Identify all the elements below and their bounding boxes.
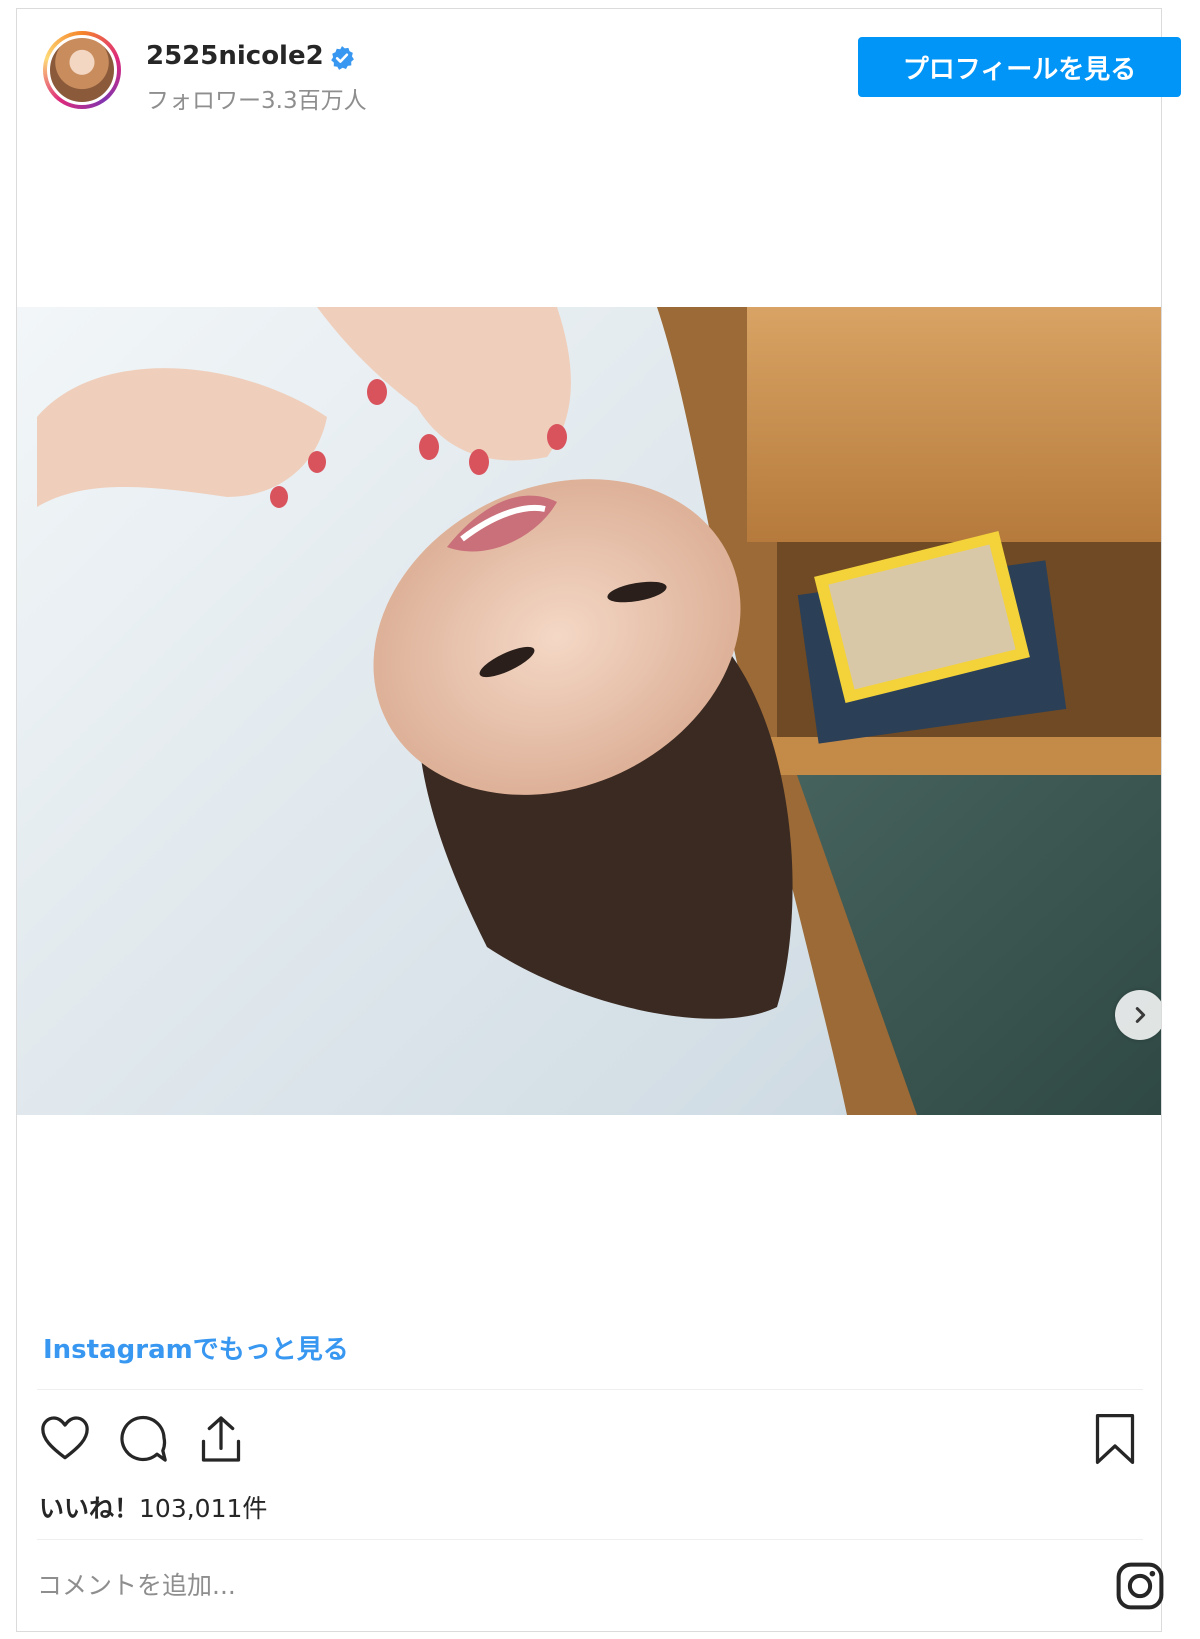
likes-label: いいね！	[39, 1494, 140, 1523]
view-profile-button[interactable]: プロフィールを見る	[858, 37, 1181, 97]
comment-icon[interactable]	[115, 1411, 171, 1467]
avatar	[47, 35, 117, 105]
like-count: いいね！103,011件	[39, 1489, 267, 1525]
action-bar	[37, 1411, 1143, 1471]
bookmark-icon[interactable]	[1087, 1411, 1143, 1467]
share-icon[interactable]	[193, 1411, 249, 1467]
view-more-on-instagram-link[interactable]: Instagramでもっと見る	[43, 1329, 349, 1366]
instagram-logo-icon[interactable]	[1113, 1559, 1167, 1613]
chevron-right-icon	[1135, 1007, 1146, 1023]
username[interactable]: 2525nicole2	[146, 41, 324, 71]
next-image-button[interactable]	[1115, 990, 1161, 1040]
post-photo[interactable]	[17, 307, 1161, 1115]
avatar-story-ring[interactable]	[43, 31, 121, 109]
follower-count: フォロワー3.3百万人	[146, 88, 367, 114]
post-header: 2525nicole2 フォロワー3.3百万人 プロフィールを見る	[17, 9, 1181, 129]
comment-input[interactable]	[37, 1557, 1037, 1613]
divider	[37, 1389, 1143, 1390]
instagram-embed-card: 2525nicole2 フォロワー3.3百万人 プロフィールを見る Instag…	[16, 8, 1181, 1632]
divider	[37, 1539, 1143, 1540]
heart-icon[interactable]	[37, 1411, 93, 1467]
likes-value: 103,011件	[139, 1494, 268, 1523]
verified-icon	[331, 46, 354, 70]
photo-content	[17, 307, 1161, 1115]
